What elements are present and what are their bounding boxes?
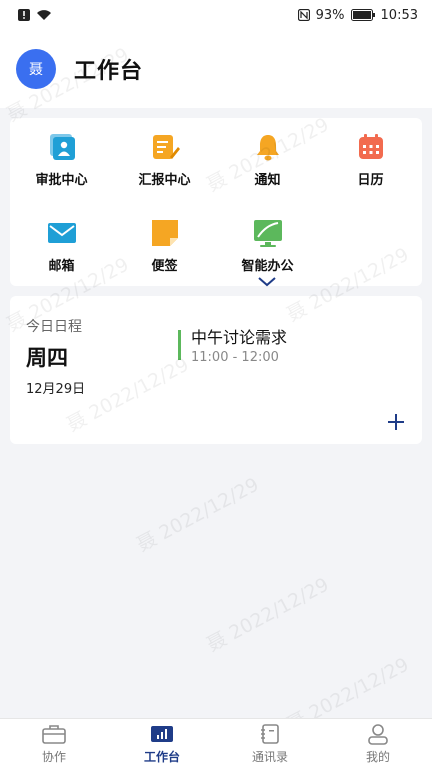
schedule-date: 12月29日 (26, 382, 86, 397)
sticky-note-icon (150, 218, 180, 248)
tab-label: 协作 (41, 749, 66, 764)
add-event-button[interactable] (386, 412, 406, 432)
tab-workbench[interactable]: 工作台 (108, 719, 216, 768)
app-header: 聂 工作台 (0, 30, 432, 108)
bottom-tab-bar: 协作 工作台 通讯录 我的 (0, 718, 432, 768)
mail-icon (47, 218, 77, 248)
app-calendar[interactable]: 日历 (319, 132, 422, 188)
apps-grid: 审批中心 汇报中心 通知 日历 邮箱 便签 智能办公 (10, 118, 422, 287)
app-notification[interactable]: 通知 (216, 132, 319, 188)
avatar[interactable]: 聂 (16, 49, 56, 89)
app-label: 便签 (151, 259, 178, 274)
battery-percent: 93% (315, 7, 345, 23)
app-report[interactable]: 汇报中心 (113, 132, 216, 188)
app-smart-office[interactable]: 智能办公 (216, 218, 319, 274)
briefcase-icon (42, 723, 66, 745)
page-title: 工作台 (74, 59, 144, 84)
tab-collaboration[interactable]: 协作 (0, 719, 108, 768)
event-title[interactable]: 中午讨论需求 (191, 324, 287, 348)
bell-icon (253, 132, 283, 162)
app-label: 邮箱 (48, 259, 75, 274)
schedule-label: 今日日程 (26, 319, 82, 335)
expand-chevron-icon[interactable] (258, 272, 276, 291)
tab-profile[interactable]: 我的 (324, 719, 432, 768)
tab-label: 通讯录 (251, 749, 288, 764)
today-schedule-card[interactable]: 今日日程 周四 12月29日 中午讨论需求 11:00 - 12:00 (10, 296, 422, 444)
contacts-icon (258, 723, 282, 745)
app-approval[interactable]: 审批中心 (10, 132, 113, 188)
calendar-icon (356, 132, 386, 162)
event-color-bar (178, 330, 181, 360)
app-label: 审批中心 (35, 173, 88, 188)
profile-icon (366, 723, 390, 745)
schedule-day: 周四 (26, 346, 68, 370)
battery-icon (350, 9, 375, 21)
alert-icon (18, 9, 30, 21)
nfc-icon (297, 9, 310, 21)
watermark: 聂 2022/12/29 (133, 473, 263, 557)
watermark: 聂 2022/12/29 (203, 573, 333, 657)
event-time: 11:00 - 12:00 (191, 350, 279, 365)
app-sticky-note[interactable]: 便签 (113, 218, 216, 274)
tab-label: 我的 (365, 749, 390, 764)
clock: 10:53 (380, 7, 418, 23)
tab-label: 工作台 (143, 749, 180, 764)
app-label: 日历 (357, 173, 384, 188)
smart-office-icon (253, 218, 283, 248)
app-mail[interactable]: 邮箱 (10, 218, 113, 274)
dashboard-icon (150, 723, 174, 745)
app-label: 汇报中心 (138, 173, 191, 188)
wifi-icon (36, 9, 52, 21)
app-label: 通知 (254, 173, 281, 188)
tab-contacts[interactable]: 通讯录 (216, 719, 324, 768)
approval-icon (47, 132, 77, 162)
status-bar: 93% 10:53 (0, 0, 432, 30)
report-icon (150, 132, 180, 162)
